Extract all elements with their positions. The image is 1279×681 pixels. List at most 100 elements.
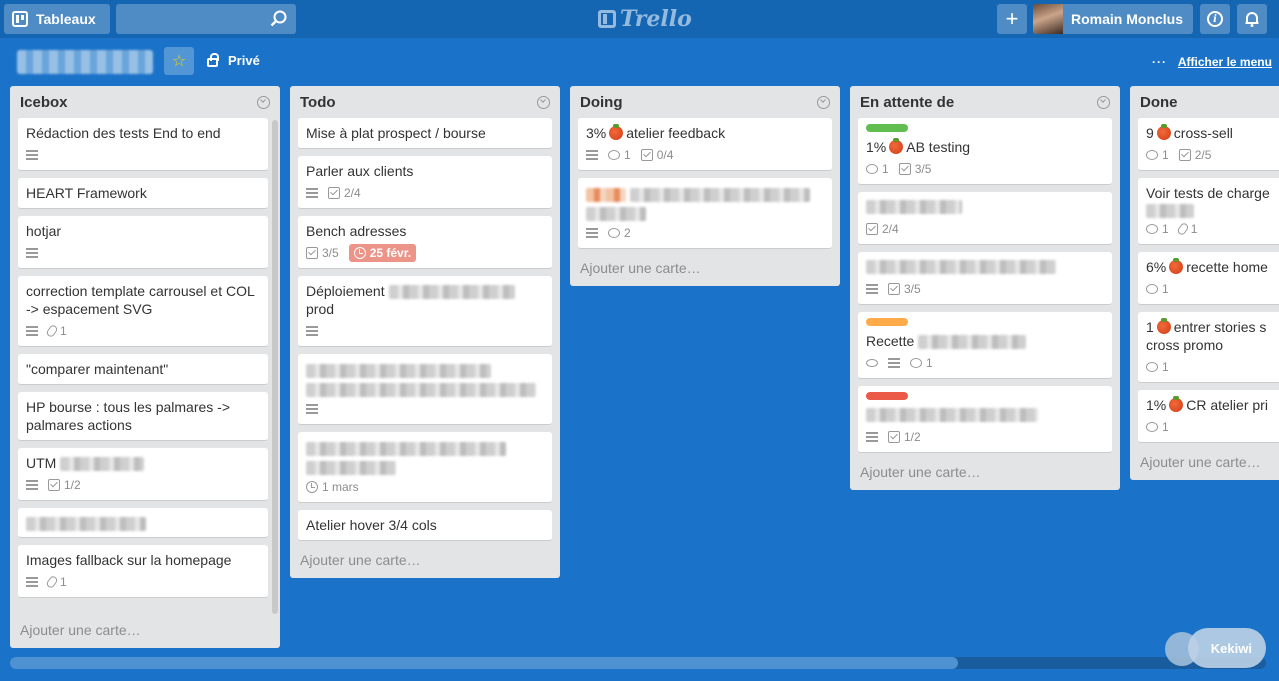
card[interactable]: 1% CR atelier pri 1 — [1138, 390, 1279, 443]
kiwi-widget[interactable]: Ke kiwi — [1188, 628, 1266, 668]
due-date: 25 févr. — [369, 246, 412, 260]
card[interactable]: HEART Framework — [18, 178, 268, 209]
checklist-count: 2/4 — [344, 186, 361, 200]
list-menu-icon[interactable] — [257, 96, 270, 109]
card-title-row: 1% CR atelier pri — [1146, 396, 1279, 414]
card[interactable]: 1/2 — [858, 386, 1112, 453]
card[interactable]: Rédaction des tests End to end — [18, 118, 268, 171]
trello-logo[interactable]: Trello — [598, 6, 692, 32]
list-scrollbar[interactable] — [272, 120, 278, 614]
card[interactable]: Recette 1 — [858, 312, 1112, 379]
notifications-button[interactable] — [1237, 4, 1267, 34]
description-icon — [26, 150, 38, 160]
due-date-badge: 25 févr. — [348, 244, 417, 262]
visibility-button[interactable]: Privé — [207, 53, 260, 68]
card[interactable]: Parler aux clients 2/4 — [298, 156, 552, 209]
label-red — [866, 392, 908, 400]
info-button[interactable]: i — [1200, 4, 1230, 34]
card-title: "comparer maintenant" — [26, 361, 169, 377]
card[interactable]: Images fallback sur la homepage 1 — [18, 545, 268, 598]
blurred-title — [866, 258, 1104, 276]
card-title: correction template carrousel et COL -> … — [26, 283, 255, 317]
attachment-count: 1 — [60, 575, 67, 589]
card[interactable]: 2/4 — [858, 192, 1112, 245]
card-title: atelier feedback — [626, 125, 726, 141]
add-card-link[interactable]: Ajouter une carte… — [850, 460, 1120, 490]
card[interactable]: UTM 1/2 — [18, 448, 268, 501]
card[interactable]: 9 cross-sell 1 2/5 — [1138, 118, 1279, 171]
label-orange — [866, 318, 908, 326]
card-title: cross-sell — [1173, 125, 1233, 141]
card[interactable] — [298, 354, 552, 425]
attachment-count: 1 — [1190, 222, 1198, 236]
comment-count: 1 — [1162, 222, 1169, 236]
show-menu-link[interactable]: ··· Afficher le menu — [1152, 55, 1272, 69]
board-title[interactable] — [17, 50, 153, 74]
card[interactable]: correction template carrousel et COL -> … — [18, 276, 268, 347]
card[interactable] — [18, 508, 268, 538]
list-icebox: Icebox Rédaction des tests End to end HE… — [10, 86, 280, 648]
blurred-text — [918, 335, 1027, 350]
card-title-row: Recette — [866, 332, 1104, 350]
card-title: Parler aux clients — [306, 163, 414, 179]
card[interactable]: "comparer maintenant" — [18, 354, 268, 385]
tomato-icon — [1169, 396, 1184, 412]
description-icon — [586, 150, 598, 160]
star-icon: ☆ — [171, 53, 187, 70]
checklist-icon — [306, 247, 318, 259]
card-progress: 1% — [1146, 397, 1167, 413]
watch-icon — [866, 359, 878, 367]
boards-button[interactable]: Tableaux — [4, 4, 110, 34]
blurred-text — [26, 516, 146, 531]
card[interactable]: hotjar — [18, 216, 268, 269]
card[interactable]: Voir tests de charge 1 1 — [1138, 178, 1279, 245]
card[interactable]: Déploiement prod — [298, 276, 552, 347]
comment-count: 1 — [926, 356, 933, 370]
card[interactable]: Bench adresses 3/5 25 févr. — [298, 216, 552, 269]
list-header: Todo — [290, 86, 560, 118]
search-input[interactable] — [116, 4, 296, 34]
card[interactable]: Atelier hover 3/4 cols — [298, 510, 552, 541]
add-card-link[interactable]: Ajouter une carte… — [570, 256, 840, 286]
card[interactable]: 6% recette home 1 — [1138, 252, 1279, 305]
checklist-count: 1/2 — [904, 430, 921, 444]
add-card-link[interactable]: Ajouter une carte… — [10, 612, 280, 648]
attachment-icon — [1175, 221, 1190, 237]
trello-logo-text: Trello — [620, 6, 692, 32]
card[interactable]: 1 entrer stories s cross promo 1 — [1138, 312, 1279, 383]
list-menu-icon[interactable] — [1097, 96, 1110, 109]
search-icon[interactable] — [270, 10, 288, 28]
comment-count: 1 — [624, 148, 631, 162]
add-button[interactable]: + — [997, 4, 1027, 34]
card-title-row: Déploiement — [306, 282, 544, 300]
card[interactable]: 3/5 — [858, 252, 1112, 305]
add-card-link[interactable]: Ajouter une carte… — [1130, 450, 1279, 480]
card[interactable]: 1 mars — [298, 432, 552, 503]
blurred-text — [388, 285, 515, 300]
checklist-count: 3/5 — [322, 246, 339, 260]
checklist-icon — [328, 187, 340, 199]
checklist-count: 0/4 — [656, 148, 674, 162]
checklist-icon — [866, 223, 878, 235]
card[interactable]: HP bourse : tous les palmares -> palmare… — [18, 392, 268, 441]
comment-icon — [608, 228, 620, 238]
board-horizontal-scrollbar[interactable] — [10, 657, 1266, 669]
add-card-link[interactable]: Ajouter une carte… — [290, 548, 560, 578]
card[interactable]: Mise à plat prospect / bourse — [298, 118, 552, 149]
menu-dots-icon: ··· — [1152, 55, 1167, 69]
list-menu-icon[interactable] — [817, 96, 830, 109]
description-icon — [26, 480, 38, 490]
card[interactable]: 2 — [578, 178, 832, 249]
list-title: Doing — [580, 94, 623, 111]
checklist-icon — [48, 479, 60, 491]
card[interactable]: 3% atelier feedback 1 0/4 — [578, 118, 832, 171]
star-button[interactable]: ☆ — [164, 47, 194, 75]
show-menu-label: Afficher le menu — [1177, 55, 1272, 69]
scrollbar-thumb[interactable] — [10, 657, 958, 669]
list-title: Icebox — [20, 94, 68, 111]
list-header: Done — [1130, 86, 1279, 118]
card[interactable]: 1% AB testing 1 3/5 — [858, 118, 1112, 185]
checklist-count: 3/5 — [904, 282, 921, 296]
user-menu-button[interactable]: Romain Monclus — [1033, 4, 1193, 34]
list-menu-icon[interactable] — [537, 96, 550, 109]
